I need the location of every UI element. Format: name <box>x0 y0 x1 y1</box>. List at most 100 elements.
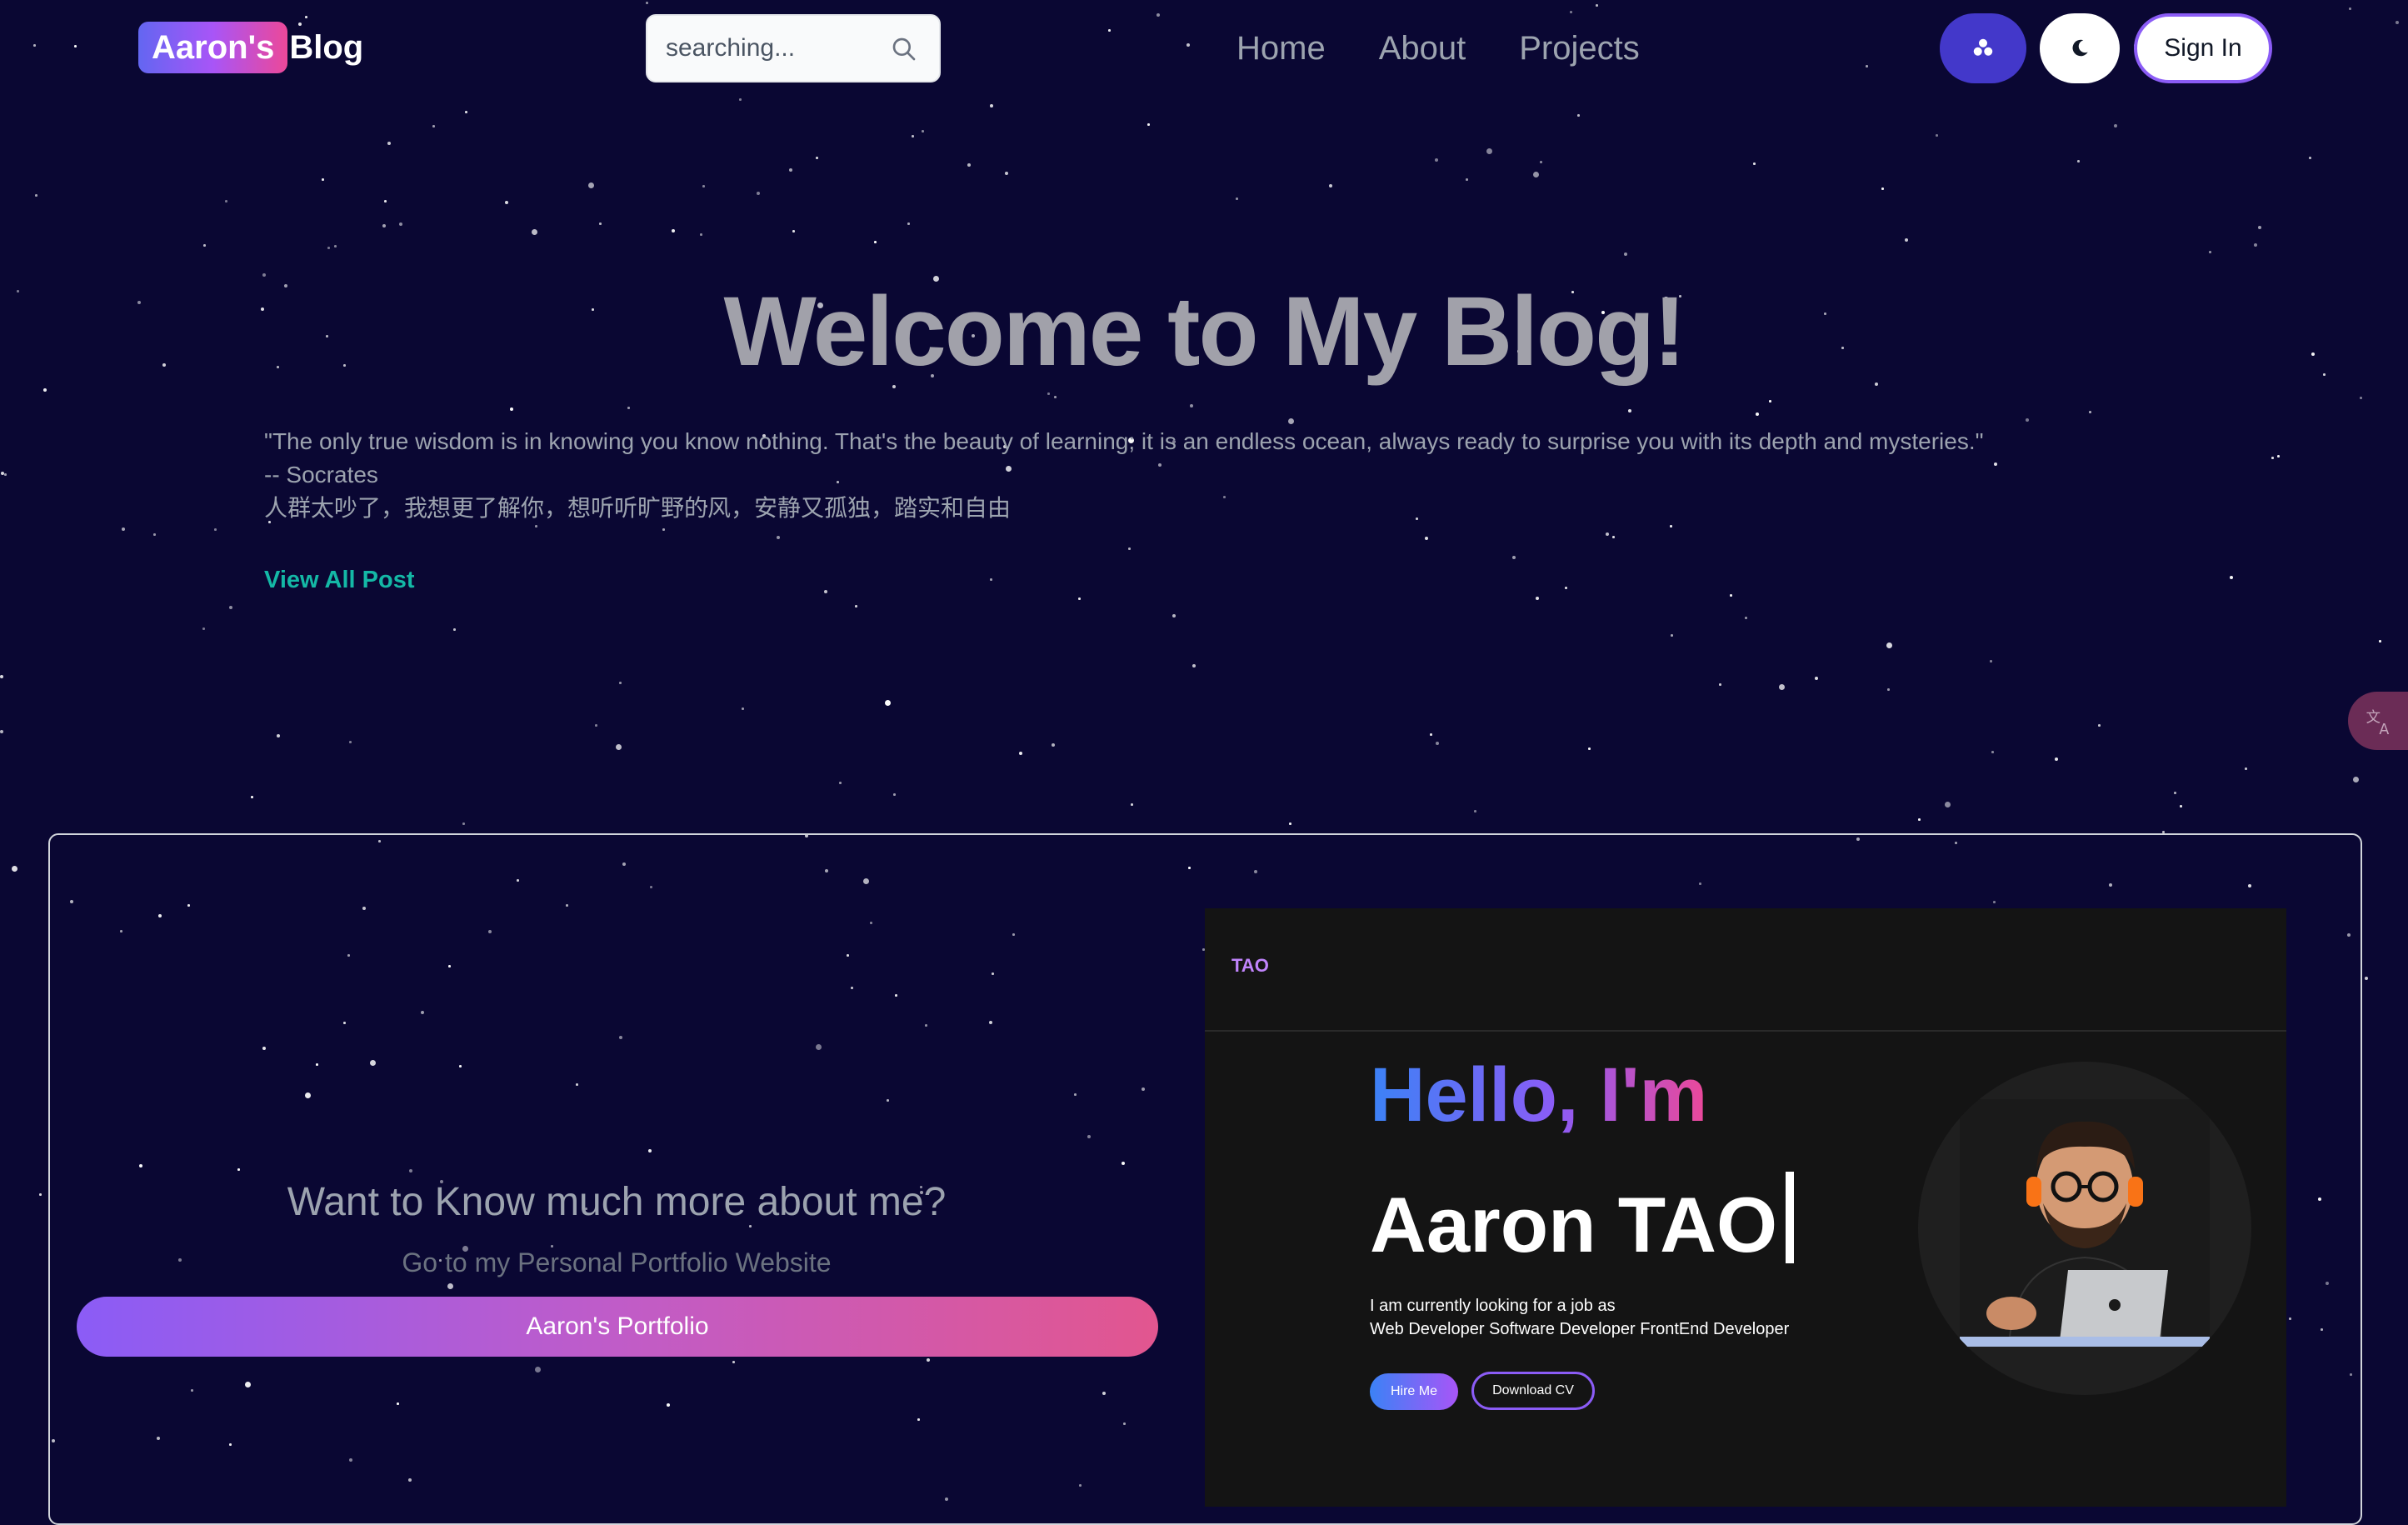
star <box>1936 134 1938 137</box>
star <box>432 125 435 128</box>
star <box>912 135 914 138</box>
star <box>74 45 77 48</box>
translate-button[interactable]: 文 A <box>2348 692 2408 750</box>
star <box>1905 238 1908 242</box>
star <box>757 192 760 195</box>
preview-hello: Hello, I'm <box>1370 1052 1708 1138</box>
star <box>334 245 337 248</box>
star <box>384 200 387 202</box>
search-icon[interactable] <box>891 36 917 62</box>
star <box>792 230 795 232</box>
sparkle-icon <box>1973 38 1993 56</box>
star <box>662 528 665 531</box>
star <box>305 16 307 18</box>
star <box>510 408 513 411</box>
quote-text: "The only true wisdom is in knowing you … <box>264 428 1984 454</box>
star <box>277 734 280 738</box>
star <box>0 675 3 678</box>
star <box>462 822 465 825</box>
star <box>1466 178 1468 181</box>
avatar <box>1918 1062 2251 1395</box>
star <box>1769 400 1771 402</box>
star <box>839 782 842 784</box>
star <box>1719 683 1721 686</box>
star <box>1047 392 1050 395</box>
search-input[interactable] <box>664 33 884 63</box>
page-title: Welcome to My Blog! <box>723 277 1686 387</box>
star <box>702 185 705 188</box>
logo-highlight: Aaron's <box>138 22 288 73</box>
star <box>1436 742 1439 745</box>
star <box>1577 114 1580 117</box>
preview-job-line-1: I am currently looking for a job as <box>1370 1297 1616 1315</box>
star <box>2277 455 2280 458</box>
star <box>789 168 792 172</box>
star <box>616 744 622 750</box>
star <box>967 163 971 167</box>
star <box>4 473 7 476</box>
star <box>777 536 780 539</box>
star <box>700 233 702 236</box>
star <box>907 222 910 225</box>
star <box>646 2 648 4</box>
star <box>824 590 827 593</box>
star <box>1606 532 1609 536</box>
typing-cursor <box>1786 1172 1795 1263</box>
star <box>1624 252 1627 256</box>
star <box>35 194 37 197</box>
main-nav: Home About Projects <box>1236 23 1640 73</box>
star <box>2254 243 2257 247</box>
star <box>1730 594 1732 597</box>
translate-icon: 文 A <box>2366 710 2390 737</box>
star <box>2180 805 2182 808</box>
star <box>2258 226 2261 229</box>
portfolio-preview-image[interactable]: TAO Hello, I'm Aaron TAO I am currently … <box>1205 908 2286 1507</box>
star <box>1745 617 1747 619</box>
star <box>1671 634 1673 637</box>
star <box>327 247 330 249</box>
star <box>1289 822 1291 825</box>
star <box>2365 977 2368 980</box>
star <box>2174 792 2176 794</box>
star <box>1990 660 1992 662</box>
star <box>1512 556 1516 559</box>
sign-in-button[interactable]: Sign In <box>2134 13 2272 83</box>
star <box>1157 13 1160 17</box>
star <box>2353 777 2359 782</box>
star <box>1628 409 1631 412</box>
star <box>251 796 253 798</box>
star <box>1131 803 1133 806</box>
star <box>588 182 594 188</box>
star <box>1918 818 1921 821</box>
view-all-posts-link[interactable]: View All Post <box>264 567 415 594</box>
star <box>1670 525 1672 528</box>
nav-projects[interactable]: Projects <box>1519 23 1640 73</box>
star <box>1588 748 1591 750</box>
star <box>2360 397 2362 399</box>
nav-home[interactable]: Home <box>1236 23 1326 73</box>
star <box>990 578 992 581</box>
star <box>387 142 391 145</box>
dark-mode-toggle-button[interactable] <box>2040 13 2120 83</box>
star <box>1 472 4 475</box>
portfolio-button[interactable]: Aaron's Portfolio <box>77 1297 1158 1357</box>
star <box>2309 157 2311 159</box>
star <box>739 98 742 101</box>
site-logo[interactable]: Aaron's Blog <box>138 22 363 73</box>
star <box>225 200 227 202</box>
star <box>1570 11 1572 13</box>
star <box>2077 160 2080 162</box>
star <box>1147 123 1150 126</box>
star <box>1190 404 1193 408</box>
star <box>1565 587 1567 589</box>
star <box>535 525 537 528</box>
effects-toggle-button[interactable] <box>1940 13 2026 83</box>
star <box>1288 418 1294 424</box>
star <box>2098 724 2101 727</box>
nav-about[interactable]: About <box>1379 23 1466 73</box>
search-box[interactable] <box>646 14 941 82</box>
star <box>1756 412 1759 416</box>
star <box>2396 21 2399 24</box>
star <box>2114 124 2117 128</box>
star <box>1128 548 1131 550</box>
